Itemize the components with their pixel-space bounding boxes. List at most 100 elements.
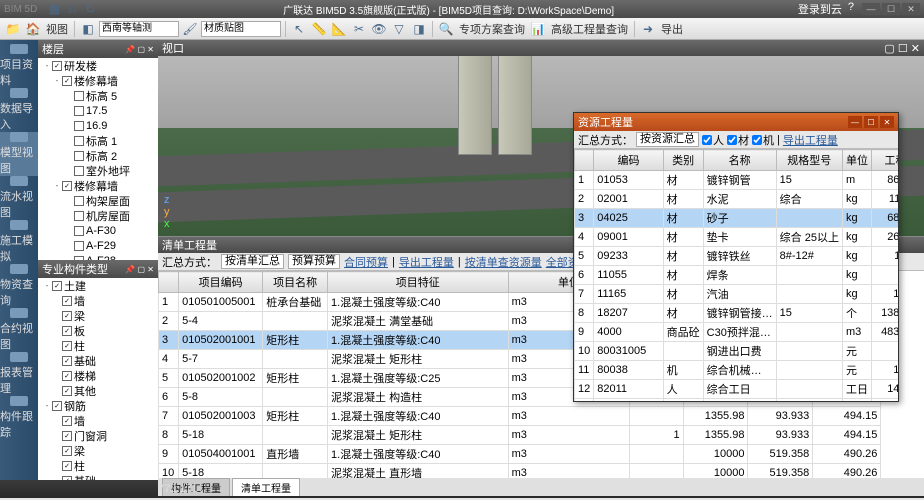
ruler-icon[interactable]: 📐 — [330, 20, 348, 38]
view-orientation-dropdown[interactable]: 西南等轴测 — [99, 21, 179, 37]
tree-node[interactable]: 16.9 — [38, 118, 158, 133]
col-header[interactable]: 名称 — [703, 150, 776, 171]
table-row[interactable]: 70105020010​03矩形柱1.混凝土强度等级:C40m31355.989… — [159, 407, 924, 426]
tree-node[interactable]: ✓其他 — [38, 383, 158, 398]
query-icon[interactable]: 🔍 — [437, 20, 455, 38]
table-row[interactable]: 1282011人综合工日工日147.09132.534784.88 — [575, 380, 899, 399]
export-qty-link[interactable]: 导出工程量 — [399, 254, 454, 270]
tab-bill-qty[interactable]: 清单工程量 — [232, 478, 300, 496]
tree-node[interactable]: ✓基础 — [38, 473, 158, 480]
col-header[interactable]: 规格型号 — [776, 150, 842, 171]
qat-icon[interactable]: ▦ — [45, 0, 63, 18]
qat-icon[interactable]: ⎌ — [63, 0, 81, 18]
table-row[interactable]: 611055材焊条kg9.3899.1586.01 — [575, 266, 899, 285]
open-icon[interactable]: 📁 — [4, 20, 22, 38]
tree-node[interactable]: 室外地坪 — [38, 163, 158, 178]
axis-gizmo[interactable]: z y x — [164, 194, 170, 230]
table-row[interactable]: 509233材镀锌铁丝8#-12#kg11.8353.8545.56 — [575, 247, 899, 266]
tree-node[interactable]: ✓柱 — [38, 338, 158, 353]
nav-item-项目资料[interactable]: 项目资料 — [0, 44, 38, 88]
table-row[interactable]: 90105040010​01直形墙1.混凝土强度等级:C40m310000519… — [159, 445, 924, 464]
tree-node[interactable]: ✓板 — [38, 323, 158, 338]
nav-item-报表管理[interactable]: 报表管理 — [0, 352, 38, 396]
pin-icon[interactable]: 📌 ▢ ✕ — [125, 265, 154, 274]
resource-by-bill-link[interactable]: 按清单查资源量 — [465, 254, 542, 270]
table-row[interactable]: 101053材镀锌钢管15m862.2593.993440.41 — [575, 171, 899, 190]
tree-node[interactable]: 标高 2 — [38, 148, 158, 163]
export-icon[interactable]: ➜ — [639, 20, 657, 38]
table-row[interactable]: 1382013人其它人工费元67.628167.63 — [575, 399, 899, 402]
tree-node[interactable]: A-F30 — [38, 223, 158, 238]
viewport-win-icons[interactable]: ▢ ☐ ✕ — [884, 42, 920, 55]
home-icon[interactable]: 🏠 — [24, 20, 42, 38]
filter-material-checkbox[interactable]: 材 — [727, 132, 749, 148]
col-header[interactable]: 编码 — [594, 150, 663, 171]
tree-node[interactable]: 标高 1 — [38, 133, 158, 148]
tree-node[interactable]: -✓研发楼 — [38, 58, 158, 73]
filter-labor-checkbox[interactable]: 人 — [702, 132, 724, 148]
tree-node[interactable]: 构架屋面 — [38, 193, 158, 208]
res-min-button[interactable]: — — [848, 116, 862, 128]
col-header[interactable]: 单位 — [842, 150, 871, 171]
maximize-button[interactable]: ☐ — [882, 3, 900, 15]
filter-icon[interactable]: ▽ — [390, 20, 408, 38]
table-row[interactable]: 85-18泥浆混凝土 矩形柱m311355.9893.933494.15 — [159, 426, 924, 445]
nav-item-施工模拟[interactable]: 施工模拟 — [0, 220, 38, 264]
view-label[interactable]: 视图 — [44, 21, 70, 37]
tree-node[interactable]: -✓钢筋 — [38, 398, 158, 413]
export-label[interactable]: 导出 — [659, 21, 685, 37]
measure-icon[interactable]: 📏 — [310, 20, 328, 38]
tree-node[interactable]: ✓楼梯 — [38, 368, 158, 383]
floor-tree[interactable]: -✓研发楼-✓楼修幕墙标高 517.516.9标高 1标高 2室外地坪-✓楼修幕… — [38, 58, 158, 260]
tree-node[interactable]: 机房屋面 — [38, 208, 158, 223]
table-row[interactable]: 1080031005钢进出口费元000 — [575, 342, 899, 361]
tree-node[interactable]: A-F29 — [38, 238, 158, 253]
res-summary-dropdown[interactable]: 按资源汇总 — [636, 132, 699, 147]
minimize-button[interactable]: — — [862, 3, 880, 15]
help-icon[interactable]: ? — [848, 1, 854, 17]
adv-query-label[interactable]: 高级工程量查询 — [549, 21, 630, 37]
tree-node[interactable]: ✓基础 — [38, 353, 158, 368]
res-export-link[interactable]: 导出工程量 — [783, 132, 838, 148]
col-header[interactable] — [159, 272, 179, 293]
col-header[interactable]: 项目编码 — [179, 272, 263, 293]
nav-item-合约视图[interactable]: 合约视图 — [0, 308, 38, 352]
resource-window-titlebar[interactable]: 资源工程量 — ☐ ✕ — [574, 113, 898, 131]
nav-item-数据导入[interactable]: 数据导入 — [0, 88, 38, 132]
pin-icon[interactable]: 📌 ▢ ✕ — [125, 45, 154, 54]
col-header[interactable]: 项目名称 — [263, 272, 328, 293]
material-dropdown[interactable]: 材质贴图 — [201, 21, 281, 37]
tree-node[interactable]: ✓梁 — [38, 308, 158, 323]
res-max-button[interactable]: ☐ — [864, 116, 878, 128]
info-icon[interactable]: ◨ — [410, 20, 428, 38]
nav-item-物资查询[interactable]: 物资查询 — [0, 264, 38, 308]
type-tree[interactable]: -✓土建✓墙✓梁✓板✓柱✓基础✓楼梯✓其他-✓钢筋✓墙✓门窗洞✓梁✓柱✓基础✓其… — [38, 278, 158, 480]
col-header[interactable]: 类别 — [663, 150, 703, 171]
qat-icon[interactable]: ↻ — [81, 0, 99, 18]
paint-icon[interactable]: 🖌 — [181, 20, 199, 38]
col-header[interactable]: 工程量 — [871, 150, 898, 171]
tree-node[interactable]: -✓楼修幕墙 — [38, 178, 158, 193]
table-row[interactable]: 409001材垫卡综合 25以上kg262.0590.45117.93 — [575, 228, 899, 247]
cloud-login-link[interactable]: 登录到云 — [798, 1, 842, 17]
filter-machine-checkbox[interactable]: 机 — [752, 132, 774, 148]
tree-node[interactable]: ✓门窗洞 — [38, 428, 158, 443]
table-row[interactable]: 304025材砂子kg683.0440.0427.32 — [575, 209, 899, 228]
tree-node[interactable]: 标高 5 — [38, 88, 158, 103]
budget-dropdown[interactable]: 预算预算 — [288, 254, 340, 269]
res-close-button[interactable]: ✕ — [880, 116, 894, 128]
nav-item-模型视图[interactable]: 模型视图 — [0, 132, 38, 176]
adv-query-icon[interactable]: 📊 — [529, 20, 547, 38]
arrow-icon[interactable]: ↖ — [290, 20, 308, 38]
nav-item-流水视图[interactable]: 流水视图 — [0, 176, 38, 220]
tree-node[interactable]: ✓柱 — [38, 458, 158, 473]
col-header[interactable]: 项目特征 — [328, 272, 509, 293]
nav-item-构件跟踪[interactable]: 构件跟踪 — [0, 396, 38, 440]
table-row[interactable]: 818207材镀锌钢管接…15个1383.8410.52719.6 — [575, 304, 899, 323]
col-header[interactable] — [575, 150, 594, 171]
tree-node[interactable]: 17.5 — [38, 103, 158, 118]
tree-node[interactable]: -✓土建 — [38, 278, 158, 293]
table-row[interactable]: 105-18泥浆混凝土 直形墙m310000519.358490.26 — [159, 464, 924, 479]
cube-icon[interactable]: ◧ — [79, 20, 97, 38]
table-row[interactable]: 1180038机综合机械…元14.5644806990.72 — [575, 361, 899, 380]
